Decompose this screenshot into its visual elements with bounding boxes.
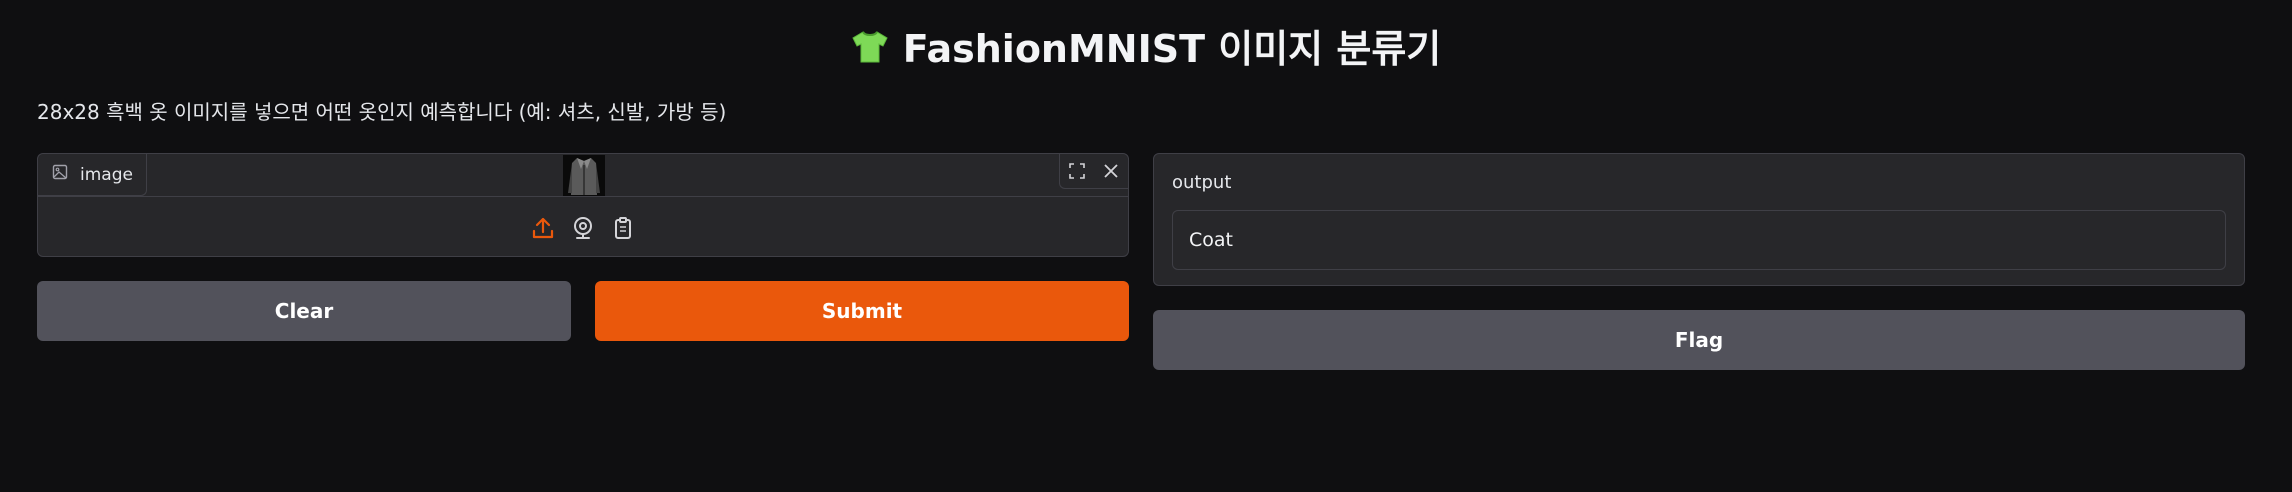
image-input-label: image [38,154,147,196]
t-shirt-icon [851,29,889,63]
output-textbox[interactable]: Coat [1172,210,2226,270]
page-title-row: FashionMNIST 이미지 분류기 [0,18,2292,73]
fullscreen-icon[interactable] [1060,154,1094,188]
upload-icon[interactable] [530,215,556,241]
image-input-label-text: image [80,164,133,185]
flag-button[interactable]: Flag [1153,310,2245,370]
output-value: Coat [1189,229,1233,251]
clear-button[interactable]: Clear [37,281,571,341]
page-title: FashionMNIST 이미지 분류기 [902,27,1442,71]
webcam-icon[interactable] [570,215,596,241]
image-source-selector [38,206,1128,250]
submit-button[interactable]: Submit [595,281,1129,341]
image-icon [52,164,68,185]
output-label: output [1172,172,1232,193]
output-panel: output Coat [1153,153,2245,286]
description-text: 28x28 흑백 옷 이미지를 넣으면 어떤 옷인지 예측합니다 (예: 셔츠,… [37,100,727,124]
image-corner-buttons [1059,154,1128,189]
image-input-panel[interactable]: image [37,153,1129,257]
clipboard-icon[interactable] [610,215,636,241]
coat-thumbnail [563,155,605,196]
close-icon[interactable] [1094,154,1128,188]
